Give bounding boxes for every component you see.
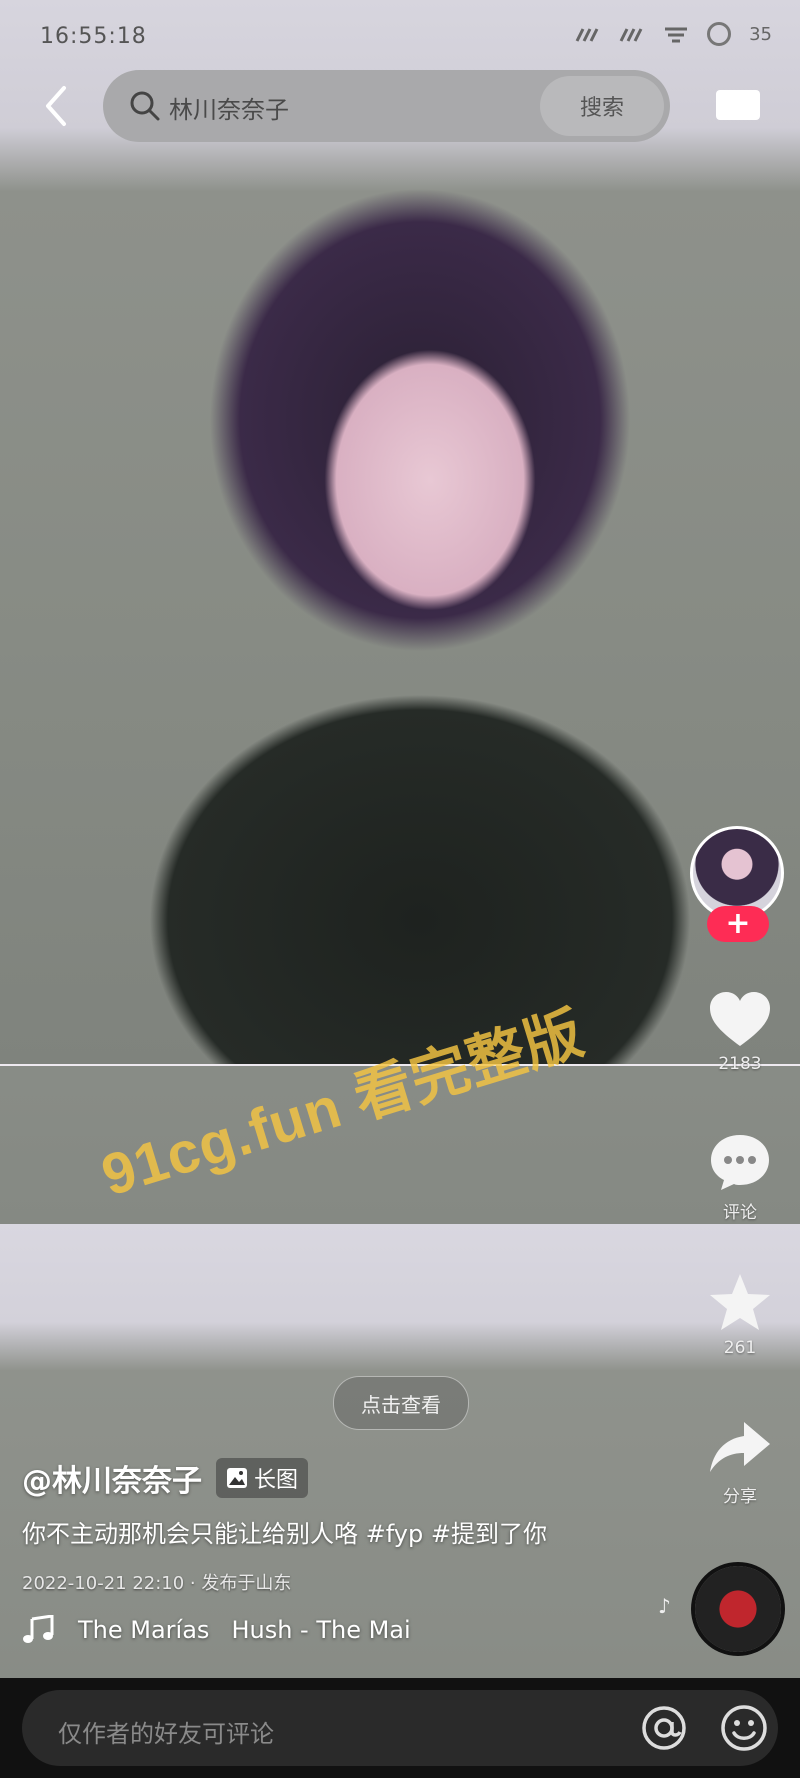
search-query[interactable]: 林川奈奈子 xyxy=(169,90,289,125)
music-artist: The Marías xyxy=(78,1616,210,1644)
signal-icon xyxy=(575,28,599,42)
view-full-button[interactable]: 点击查看 xyxy=(333,1376,469,1430)
emoji-icon[interactable] xyxy=(720,1704,768,1752)
back-icon[interactable] xyxy=(38,84,74,128)
share-icon xyxy=(710,1422,770,1472)
long-image-tag: 长图 xyxy=(216,1458,309,1498)
favorite-action[interactable]: 261 xyxy=(690,1272,790,1358)
like-count: 2183 xyxy=(718,1054,762,1074)
heart-icon xyxy=(710,992,770,1046)
music-note-icon xyxy=(23,1615,54,1643)
search-bar[interactable]: 林川奈奈子 搜索 xyxy=(103,70,670,142)
camera-icon[interactable] xyxy=(716,90,760,120)
author-row: @林川奈奈子 长图 xyxy=(22,1456,309,1500)
comment-label: 评论 xyxy=(723,1203,757,1223)
battery-level: 35 xyxy=(749,23,772,45)
wifi-icon xyxy=(665,27,688,43)
long-image-label: 长图 xyxy=(254,1468,299,1493)
battery-icon xyxy=(707,22,732,46)
image-icon xyxy=(227,1468,247,1488)
comment-input[interactable]: 仅作者的好友可评论 xyxy=(22,1690,778,1766)
comment-placeholder: 仅作者的好友可评论 xyxy=(58,1720,274,1748)
comment-icon xyxy=(711,1135,769,1190)
comment-bar: 仅作者的好友可评论 xyxy=(0,1678,800,1778)
share-action[interactable]: 分享 xyxy=(690,1420,790,1507)
status-time: 16:55:18 xyxy=(40,24,147,49)
author-name[interactable]: @林川奈奈子 xyxy=(22,1456,202,1500)
post-caption[interactable]: 你不主动那机会只能让给别人咯 #fyp #提到了你 xyxy=(22,1514,547,1549)
at-mention-icon[interactable] xyxy=(640,1704,688,1752)
status-bar: 16:55:18 35 xyxy=(0,0,800,70)
music-disc[interactable] xyxy=(695,1566,781,1652)
star-icon xyxy=(710,1274,770,1330)
like-action[interactable]: 2183 xyxy=(690,990,790,1074)
status-icons: 35 xyxy=(575,22,772,46)
post-photo-top[interactable] xyxy=(0,0,800,1066)
comment-action[interactable]: 评论 xyxy=(690,1132,790,1223)
post-meta: 2022-10-21 22:10 · 发布于山东 xyxy=(22,1573,292,1594)
signal-icon-2 xyxy=(619,28,643,42)
search-button[interactable]: 搜索 xyxy=(540,76,664,136)
search-icon xyxy=(130,91,160,121)
music-row[interactable]: The Marías Hush - The Mai xyxy=(22,1615,411,1645)
music-song: Hush - The Mai xyxy=(231,1616,411,1644)
favorite-count: 261 xyxy=(723,1338,757,1358)
floating-note-icon: ♪ xyxy=(658,1594,671,1618)
share-label: 分享 xyxy=(723,1487,757,1507)
follow-button[interactable]: + xyxy=(707,906,769,942)
